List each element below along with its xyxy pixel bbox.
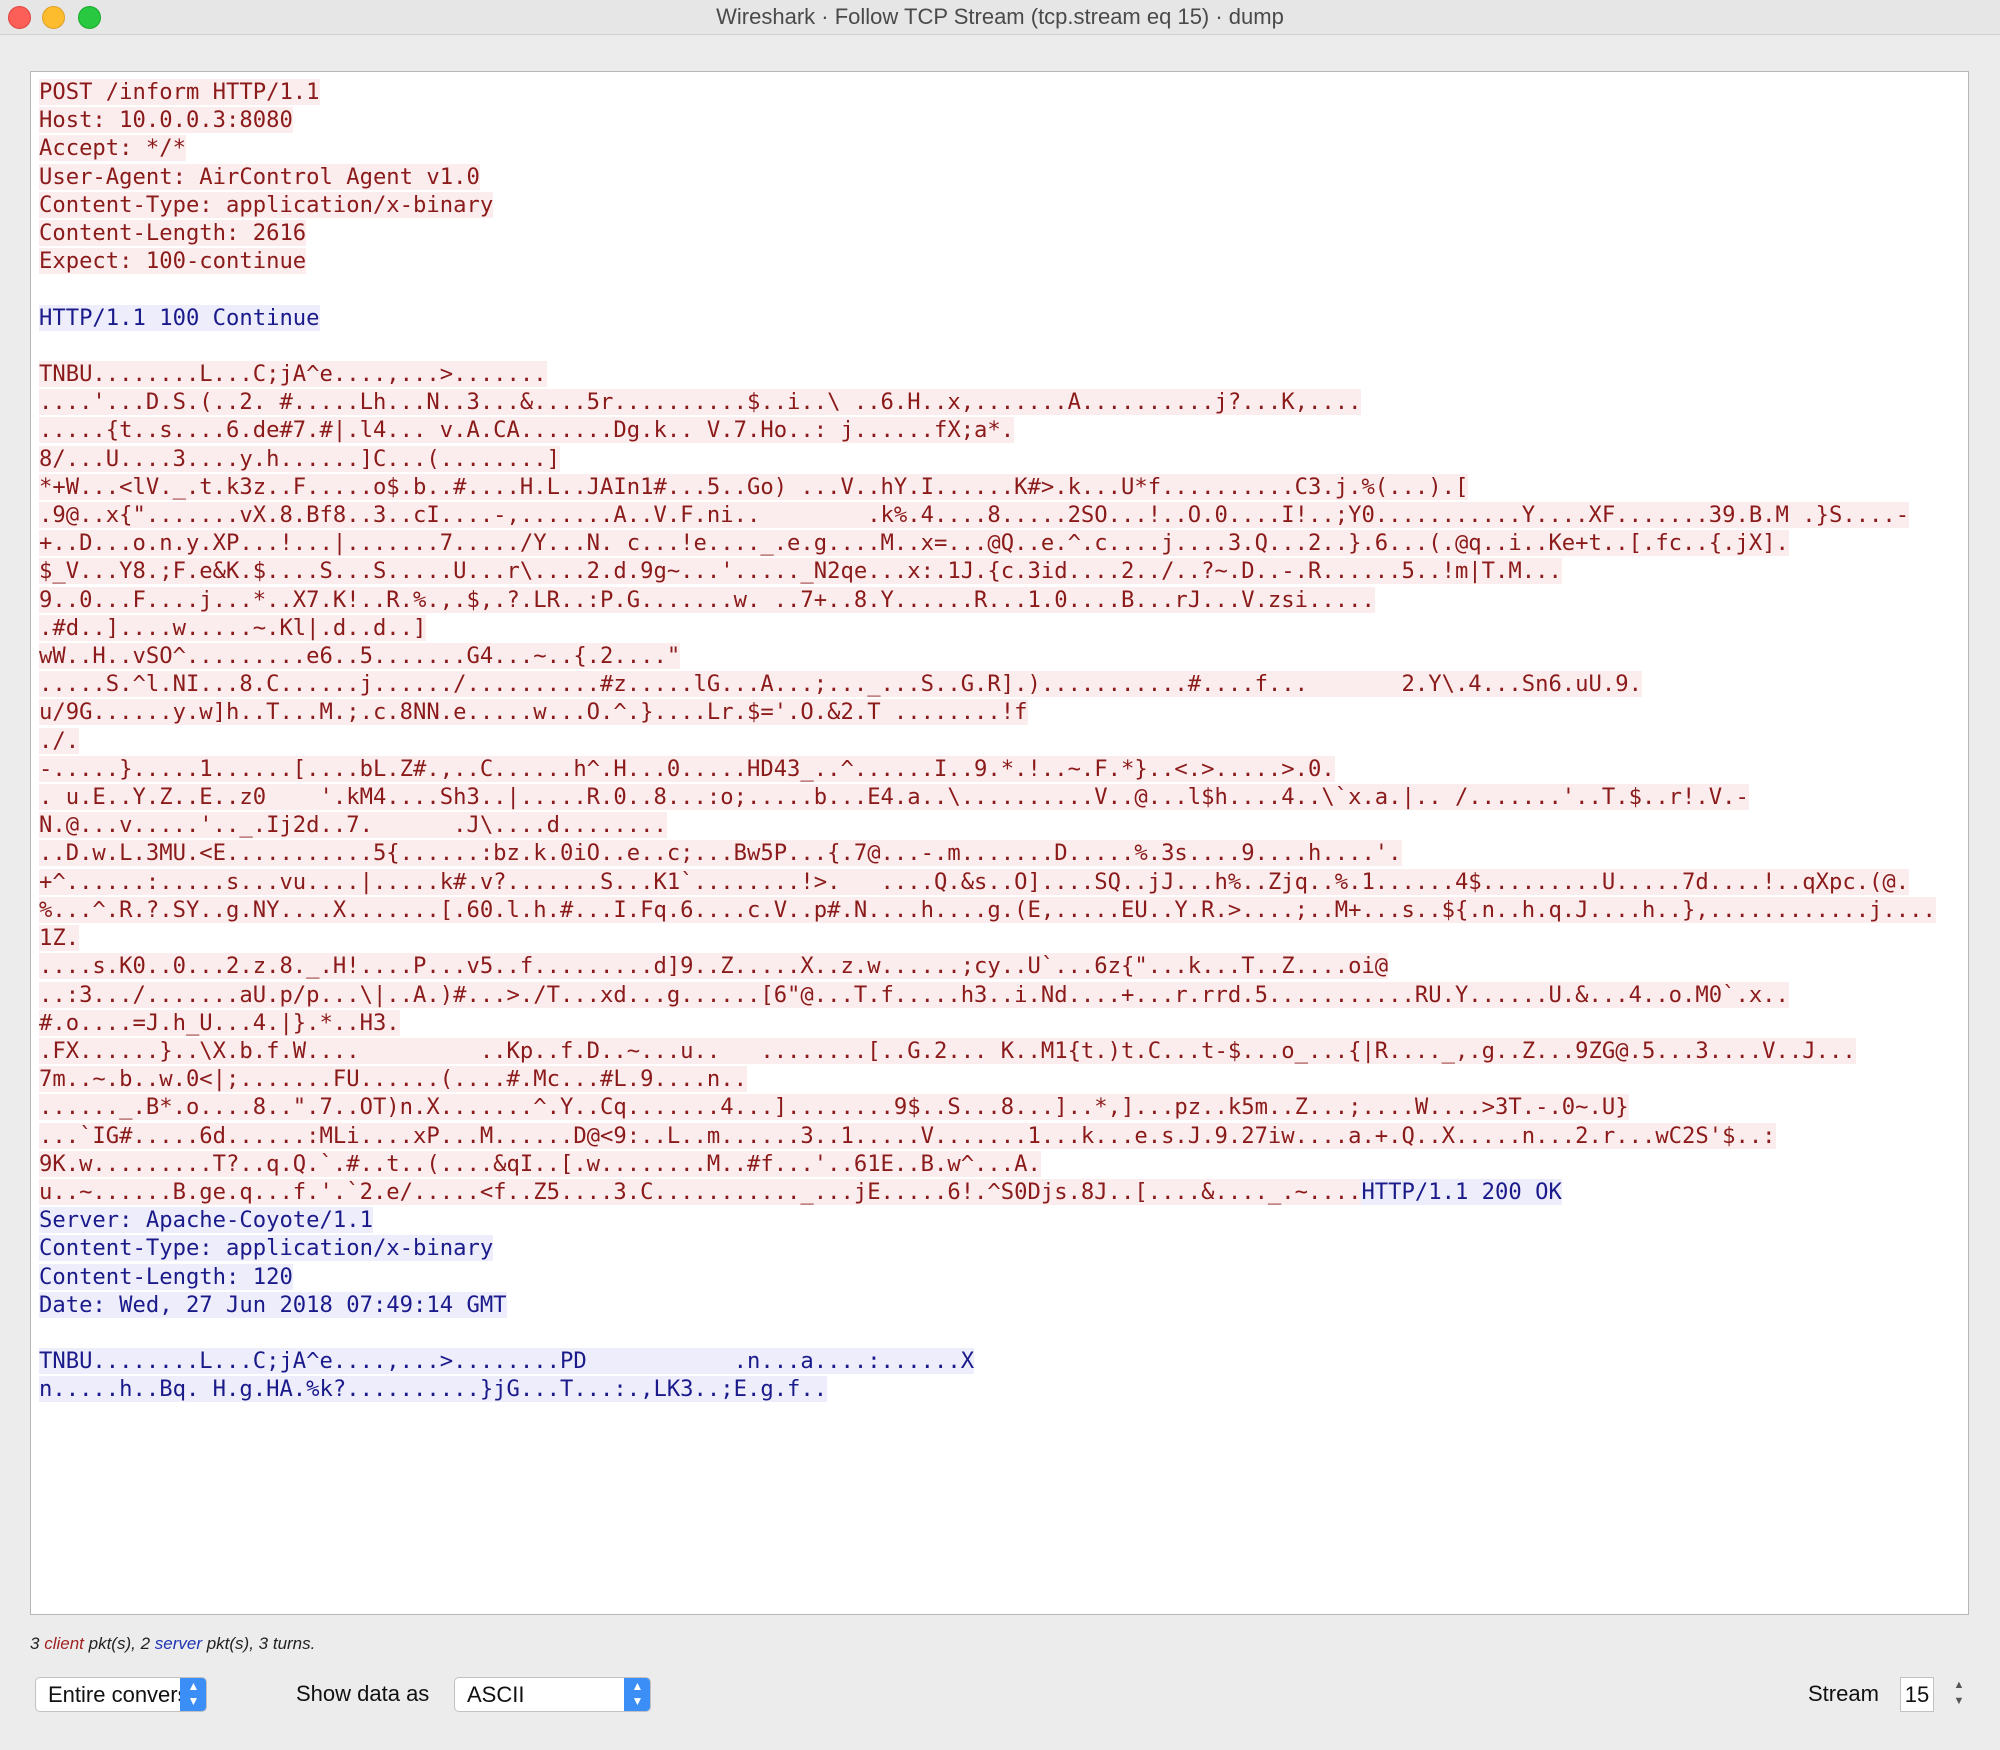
show-data-label: Show data as	[296, 1681, 430, 1706]
stream-stepper[interactable]: ▲ ▼	[1950, 1677, 1968, 1712]
server-data-segment: HTTP/1.1 200 OK Server: Apache-Coyote/1.…	[39, 1178, 1562, 1403]
window-titlebar: Wireshark · Follow TCP Stream (tcp.strea…	[0, 0, 2000, 35]
chevron-updown-icon: ▲ ▼	[180, 1678, 206, 1711]
window-title: Wireshark · Follow TCP Stream (tcp.strea…	[716, 4, 1284, 29]
summary-middle: pkt(s),	[83, 1634, 141, 1653]
conversation-select[interactable]: Entire conversation ▲▼	[35, 1677, 207, 1712]
zoom-window-button[interactable]	[78, 6, 101, 29]
server-count: 2	[140, 1634, 151, 1653]
client-data-segment: POST /inform HTTP/1.1 Host: 10.0.0.3:808…	[39, 79, 494, 275]
stream-label: Stream	[1808, 1681, 1879, 1706]
minimize-window-button[interactable]	[42, 6, 65, 29]
tcp-stream-view[interactable]: POST /inform HTTP/1.1 Host: 10.0.0.3:808…	[30, 71, 1969, 1615]
stream-content: POST /inform HTTP/1.1 Host: 10.0.0.3:808…	[39, 78, 1964, 1404]
summary-tail: pkt(s), 3 turns.	[202, 1634, 316, 1653]
stepper-down-icon[interactable]: ▼	[1954, 1695, 1965, 1707]
server-label: server	[154, 1634, 202, 1653]
server-data-segment: HTTP/1.1 100 Continue	[39, 304, 320, 331]
close-window-button[interactable]	[8, 6, 31, 29]
chevron-updown-icon: ▲ ▼	[624, 1678, 650, 1711]
client-label: client	[44, 1634, 84, 1653]
packet-summary: 3 client pkt(s), 2 server pkt(s), 3 turn…	[30, 1634, 315, 1654]
stream-number-field[interactable]: 15	[1900, 1677, 1934, 1712]
stepper-up-icon[interactable]: ▲	[1954, 1679, 1965, 1691]
show-data-select[interactable]: ASCII ▲ ▼	[454, 1677, 651, 1712]
client-data-segment: TNBU........L...C;jA^e....,...>....... .…	[39, 361, 1936, 1205]
client-count: 3	[30, 1634, 40, 1653]
show-data-select-value: ASCII	[467, 1682, 525, 1707]
